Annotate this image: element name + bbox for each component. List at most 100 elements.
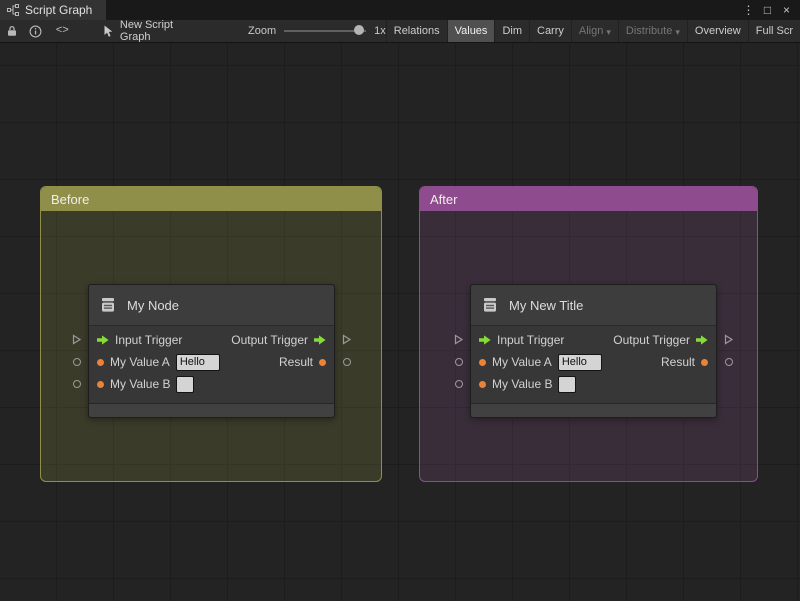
- value-port-icon: [479, 380, 486, 388]
- node-body: Input Trigger Output Trigger My Value A …: [471, 326, 716, 403]
- value-port-icon: [701, 358, 708, 366]
- zoom-slider-handle[interactable]: [354, 25, 365, 35]
- zoom-control: Zoom 1x: [248, 20, 386, 42]
- tab-script-graph[interactable]: Script Graph: [0, 0, 107, 20]
- graph-toolbar: <> New Script Graph Zoom 1x Relations Va…: [0, 20, 800, 43]
- group-after[interactable]: After My New Title Input Trigger Output …: [419, 186, 758, 482]
- node-header[interactable]: My New Title: [471, 285, 716, 326]
- dim-button[interactable]: Dim: [494, 20, 529, 42]
- port-row: Input Trigger Output Trigger: [471, 329, 716, 351]
- external-value-port-icon[interactable]: [453, 356, 464, 367]
- external-flow-port-icon[interactable]: [341, 334, 352, 345]
- port-row: Input Trigger Output Trigger: [89, 329, 334, 351]
- port-label: Result: [278, 355, 313, 369]
- flow-arrow-icon: [696, 335, 708, 345]
- port-input-trigger[interactable]: Input Trigger: [479, 333, 564, 347]
- node-footer: [89, 403, 334, 417]
- carry-button[interactable]: Carry: [529, 20, 571, 42]
- external-value-port-icon[interactable]: [723, 356, 734, 367]
- button-label: Values: [454, 25, 488, 37]
- external-flow-port-icon[interactable]: [71, 334, 82, 345]
- button-label: Carry: [537, 25, 564, 37]
- node-footer: [471, 403, 716, 417]
- port-input-trigger[interactable]: Input Trigger: [97, 333, 182, 347]
- external-flow-port-icon[interactable]: [723, 334, 734, 345]
- graph-pointer-icon: [103, 25, 114, 38]
- button-label: Overview: [694, 25, 741, 37]
- port-label: My Value B: [110, 377, 171, 391]
- external-value-port-icon[interactable]: [71, 356, 82, 367]
- port-label: My Value A: [110, 355, 170, 369]
- port-my-value-a[interactable]: My Value A: [97, 353, 220, 371]
- external-flow-port-icon[interactable]: [453, 334, 464, 345]
- script-graph-icon: [7, 4, 19, 16]
- value-a-field[interactable]: [175, 353, 220, 371]
- port-result[interactable]: Result: [661, 355, 708, 369]
- values-button[interactable]: Values: [446, 20, 495, 42]
- unit-icon: [99, 296, 117, 314]
- unit-node-before[interactable]: My Node Input Trigger Output Trigger My …: [72, 284, 352, 418]
- port-output-trigger[interactable]: Output Trigger: [613, 333, 708, 347]
- node-title: My New Title: [509, 297, 584, 313]
- group-header-before[interactable]: Before: [41, 187, 381, 211]
- maximize-icon[interactable]: □: [759, 0, 776, 20]
- window-menu-icon[interactable]: ⋮: [740, 0, 757, 20]
- chevron-down-icon: ▾: [675, 26, 680, 37]
- flow-arrow-icon: [314, 335, 326, 345]
- port-my-value-a[interactable]: My Value A: [479, 353, 602, 371]
- value-port-icon: [479, 358, 486, 366]
- graph-breadcrumb[interactable]: New Script Graph: [103, 20, 206, 43]
- value-b-field[interactable]: [176, 375, 195, 393]
- port-my-value-b[interactable]: My Value B: [479, 375, 577, 393]
- external-value-port-icon[interactable]: [453, 378, 464, 389]
- align-dropdown: Align ▾: [570, 20, 618, 42]
- port-output-trigger[interactable]: Output Trigger: [231, 333, 326, 347]
- lock-icon[interactable]: [0, 20, 24, 42]
- node-header[interactable]: My Node: [89, 285, 334, 326]
- tab-label: Script Graph: [25, 3, 93, 17]
- port-label: Input Trigger: [497, 333, 565, 347]
- button-label: Relations: [393, 25, 440, 37]
- port-row: My Value B: [89, 373, 334, 395]
- info-icon[interactable]: [24, 20, 48, 42]
- group-before[interactable]: Before My Node Input Trigger Output Trig…: [40, 186, 382, 482]
- graph-canvas[interactable]: Before My Node Input Trigger Output Trig…: [0, 43, 800, 601]
- port-result[interactable]: Result: [279, 355, 326, 369]
- overview-button[interactable]: Overview: [686, 20, 748, 42]
- group-label: After: [430, 191, 458, 207]
- port-label: My Value B: [492, 377, 553, 391]
- fullscreen-button[interactable]: Full Scr: [747, 20, 800, 42]
- port-row: My Value A Result: [89, 351, 334, 373]
- port-row: My Value B: [471, 373, 716, 395]
- value-port-icon: [319, 358, 326, 366]
- port-label: Output Trigger: [231, 333, 308, 347]
- value-b-field[interactable]: [558, 375, 577, 393]
- node-title: My Node: [127, 297, 180, 313]
- toolbar-buttons: Relations Values Dim Carry Align ▾ Distri…: [385, 20, 800, 42]
- value-a-field[interactable]: [557, 353, 602, 371]
- port-my-value-b[interactable]: My Value B: [97, 375, 195, 393]
- relations-button[interactable]: Relations: [385, 20, 447, 42]
- button-label: Dim: [502, 25, 522, 37]
- graph-name-label: New Script Graph: [119, 20, 174, 43]
- unit-node-after[interactable]: My New Title Input Trigger Output Trigge…: [454, 284, 734, 418]
- port-label: My Value A: [492, 355, 552, 369]
- value-port-icon: [97, 358, 104, 366]
- code-view-icon[interactable]: <>: [48, 25, 77, 37]
- button-label: Align: [578, 25, 604, 37]
- group-header-after[interactable]: After: [420, 187, 757, 211]
- external-value-port-icon[interactable]: [71, 378, 82, 389]
- button-label: Distribute: [625, 25, 673, 37]
- flow-arrow-icon: [97, 335, 109, 345]
- port-row: My Value A Result: [471, 351, 716, 373]
- zoom-slider[interactable]: [284, 20, 367, 42]
- value-port-icon: [97, 380, 104, 388]
- distribute-dropdown: Distribute ▾: [617, 20, 687, 42]
- port-label: Input Trigger: [115, 333, 183, 347]
- external-value-port-icon[interactable]: [341, 356, 352, 367]
- button-label: Full Scr: [755, 25, 794, 37]
- flow-arrow-icon: [479, 335, 491, 345]
- close-icon[interactable]: ×: [778, 0, 795, 20]
- zoom-label: Zoom: [248, 25, 277, 37]
- port-label: Output Trigger: [613, 333, 690, 347]
